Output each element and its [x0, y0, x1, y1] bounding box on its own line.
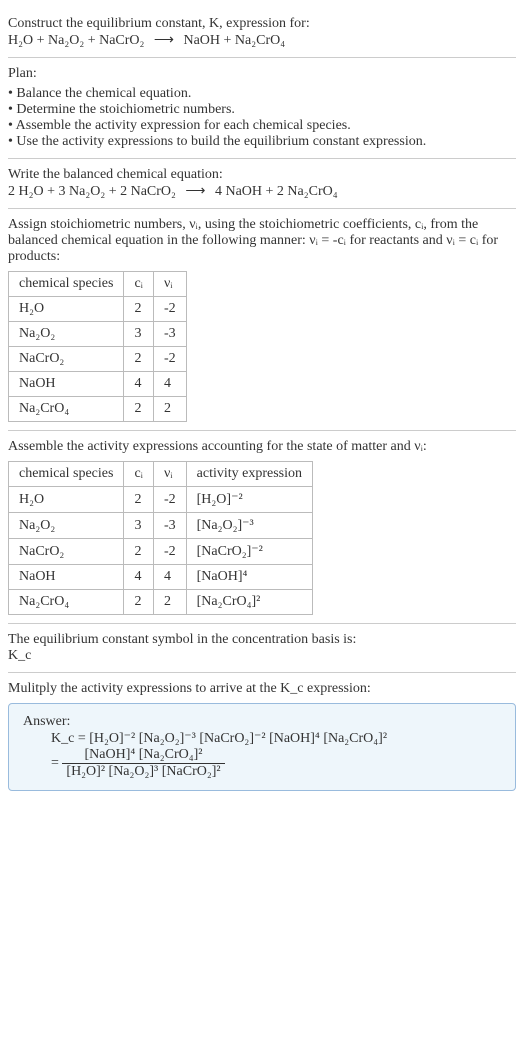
answer-label: Answer:: [23, 714, 501, 730]
col-expr: activity expression: [186, 462, 312, 487]
col-species: chemical species: [9, 462, 124, 487]
table-row: Na₂CrO₄22: [9, 397, 187, 422]
balanced-section: Write the balanced chemical equation: 2 …: [8, 159, 516, 209]
table-row: NaCrO₂2-2[NaCrO₂]⁻²: [9, 539, 313, 565]
stoich-section: Assign stoichiometric numbers, νᵢ, using…: [8, 209, 516, 431]
table-header-row: chemical species cᵢ νᵢ: [9, 272, 187, 297]
multiply-section: Mulitply the activity expressions to arr…: [8, 673, 516, 799]
col-vi: νᵢ: [153, 462, 186, 487]
table-row: NaOH44[NaOH]⁴: [9, 565, 313, 590]
answer-box: Answer: K_c = [H₂O]⁻² [Na₂O₂]⁻³ [NaCrO₂]…: [8, 703, 516, 791]
balanced-rhs: 4 NaOH + 2 Na₂CrO₄: [215, 184, 338, 199]
unbalanced-equation: H₂O + Na₂O₂ + NaCrO₂ ⟶ NaOH + Na₂CrO₄: [8, 32, 516, 49]
stoich-intro: Assign stoichiometric numbers, νᵢ, using…: [8, 217, 516, 265]
balanced-equation: 2 H₂O + 3 Na₂O₂ + 2 NaCrO₂ ⟶ 4 NaOH + 2 …: [8, 183, 516, 200]
table-header-row: chemical species cᵢ νᵢ activity expressi…: [9, 462, 313, 487]
multiply-title: Mulitply the activity expressions to arr…: [8, 681, 516, 697]
fraction-denominator: [H₂O]² [Na₂O₂]³ [NaCrO₂]²: [62, 764, 224, 780]
kc-symbol-text: The equilibrium constant symbol in the c…: [8, 632, 516, 648]
plan-item: Use the activity expressions to build th…: [8, 134, 516, 150]
answer-line1: K_c = [H₂O]⁻² [Na₂O₂]⁻³ [NaCrO₂]⁻² [NaOH…: [51, 730, 501, 747]
balanced-lhs: 2 H₂O + 3 Na₂O₂ + 2 NaCrO₂: [8, 184, 176, 199]
kc-symbol-section: The equilibrium constant symbol in the c…: [8, 624, 516, 673]
col-ci: cᵢ: [124, 272, 154, 297]
table-row: H₂O2-2: [9, 297, 187, 322]
fraction-numerator: [NaOH]⁴ [Na₂CrO₄]²: [62, 747, 224, 764]
table-row: Na₂O₂3-3[Na₂O₂]⁻³: [9, 513, 313, 539]
plan-item: Balance the chemical equation.: [8, 86, 516, 102]
activity-section: Assemble the activity expressions accoun…: [8, 431, 516, 624]
stoich-table: chemical species cᵢ νᵢ H₂O2-2 Na₂O₂3-3 N…: [8, 271, 187, 422]
col-ci: cᵢ: [124, 462, 154, 487]
eq-lhs: H₂O + Na₂O₂ + NaCrO₂: [8, 33, 144, 48]
activity-intro: Assemble the activity expressions accoun…: [8, 439, 516, 455]
table-row: Na₂O₂3-3: [9, 322, 187, 347]
header-section: Construct the equilibrium constant, K, e…: [8, 8, 516, 58]
plan-list: Balance the chemical equation. Determine…: [8, 86, 516, 150]
equals-sign: =: [51, 756, 62, 771]
table-row: H₂O2-2[H₂O]⁻²: [9, 487, 313, 513]
plan-item: Determine the stoichiometric numbers.: [8, 102, 516, 118]
table-row: NaCrO₂2-2: [9, 347, 187, 372]
plan-section: Plan: Balance the chemical equation. Det…: [8, 58, 516, 159]
fraction: [NaOH]⁴ [Na₂CrO₄]² [H₂O]² [Na₂O₂]³ [NaCr…: [62, 747, 224, 780]
arrow-icon: ⟶: [148, 33, 180, 48]
col-species: chemical species: [9, 272, 124, 297]
balanced-title: Write the balanced chemical equation:: [8, 167, 516, 183]
plan-title: Plan:: [8, 66, 516, 82]
col-vi: νᵢ: [153, 272, 186, 297]
prompt-text: Construct the equilibrium constant, K, e…: [8, 16, 516, 32]
activity-table: chemical species cᵢ νᵢ activity expressi…: [8, 461, 313, 615]
eq-rhs: NaOH + Na₂CrO₄: [183, 33, 285, 48]
plan-item: Assemble the activity expression for eac…: [8, 118, 516, 134]
arrow-icon: ⟶: [179, 184, 211, 199]
kc-symbol: K_c: [8, 648, 516, 664]
table-row: NaOH44: [9, 372, 187, 397]
answer-fraction-line: = [NaOH]⁴ [Na₂CrO₄]² [H₂O]² [Na₂O₂]³ [Na…: [51, 747, 501, 780]
table-row: Na₂CrO₄22[Na₂CrO₄]²: [9, 590, 313, 615]
